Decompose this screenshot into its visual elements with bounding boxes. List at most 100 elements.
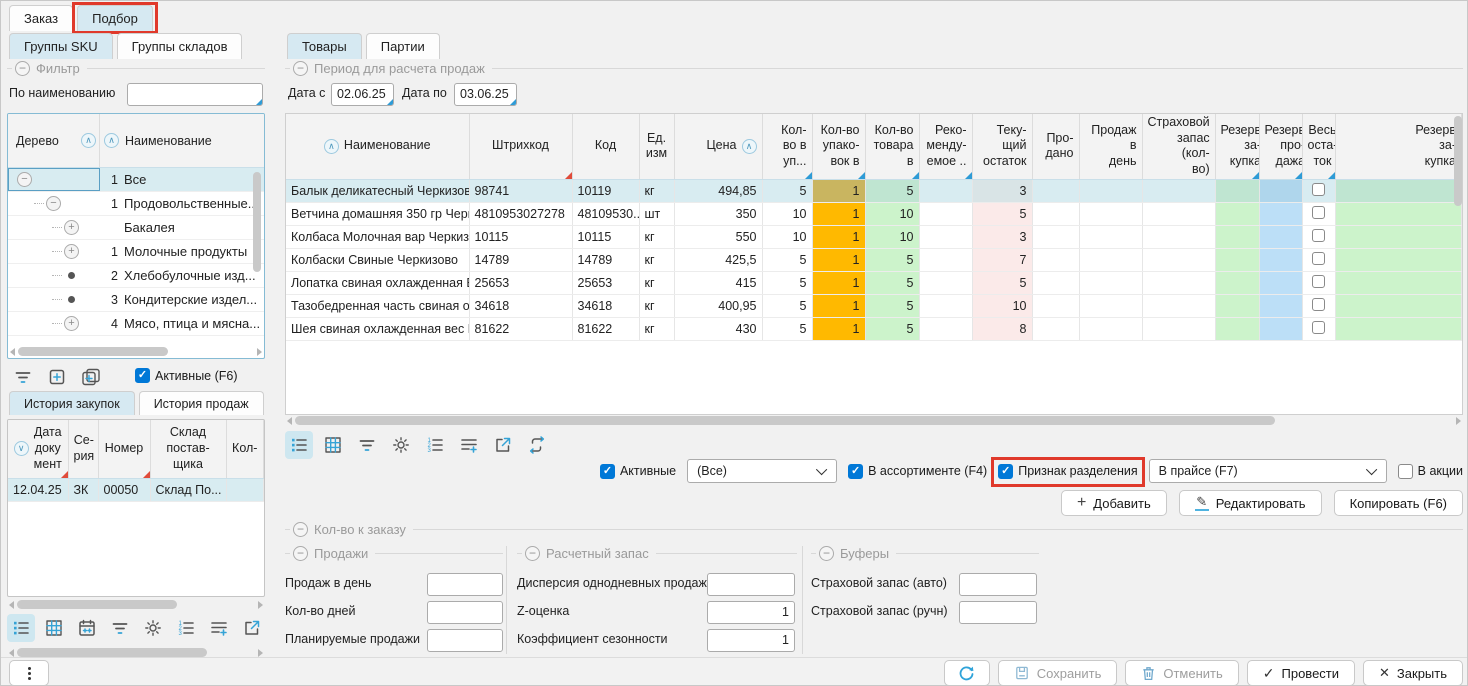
table-cell[interactable]: 14789 (469, 248, 572, 271)
table-cell[interactable] (1032, 271, 1079, 294)
table-cell[interactable]: 25653 (469, 271, 572, 294)
tree-column-dereva[interactable]: Дерево∧ (8, 114, 100, 167)
refresh-button[interactable] (944, 660, 990, 686)
table-cell[interactable]: 10115 (572, 225, 639, 248)
table-row[interactable]: Тазобедренная часть свиная охл...3461834… (286, 294, 1462, 317)
history-list-view-button[interactable] (7, 614, 35, 642)
expand-node-icon[interactable]: + (64, 244, 79, 259)
tree-row[interactable]: −1Продовольственные... (8, 192, 264, 216)
edit-button[interactable]: ✎Редактировать (1179, 490, 1322, 516)
history-calendar-plus-button[interactable] (73, 614, 101, 642)
table-cell[interactable] (1335, 248, 1462, 271)
table-cell[interactable]: 34618 (572, 294, 639, 317)
column-header[interactable]: Код (572, 114, 639, 179)
promo-checkbox[interactable] (1398, 464, 1413, 479)
table-cell[interactable] (1259, 225, 1302, 248)
table-cell[interactable]: 98741 (469, 179, 572, 202)
products-filter-button[interactable] (353, 431, 381, 459)
field-input[interactable]: 1 (707, 601, 795, 624)
tree-vertical-scrollbar[interactable] (252, 172, 262, 336)
table-cell[interactable] (1142, 294, 1215, 317)
table-cell[interactable] (1079, 179, 1142, 202)
table-cell[interactable] (1215, 248, 1259, 271)
table-cell[interactable]: 4810953027278 (469, 202, 572, 225)
history-add-row-button[interactable] (205, 614, 233, 642)
tree-horizontal-scrollbar[interactable] (10, 346, 262, 357)
save-button[interactable]: Сохранить (998, 660, 1118, 686)
table-cell[interactable]: 5 (865, 179, 919, 202)
tab-warehouse-groups[interactable]: Группы складов (117, 33, 243, 59)
row-checkbox[interactable] (1312, 206, 1325, 219)
table-cell[interactable]: 415 (674, 271, 762, 294)
table-cell[interactable] (1259, 202, 1302, 225)
collapse-icon[interactable]: − (293, 546, 308, 561)
column-header[interactable]: ∨Дата доку мент (8, 420, 68, 478)
table-cell[interactable] (1079, 317, 1142, 340)
table-cell[interactable] (1259, 294, 1302, 317)
table-cell[interactable] (1079, 271, 1142, 294)
table-cell[interactable]: 5 (865, 294, 919, 317)
table-cell[interactable] (1142, 225, 1215, 248)
table-cell[interactable] (1259, 317, 1302, 340)
table-cell[interactable]: 5 (865, 248, 919, 271)
table-cell[interactable]: 5 (865, 317, 919, 340)
products-add-row-button[interactable] (455, 431, 483, 459)
tree-glyph-cell[interactable]: − (8, 168, 100, 191)
tree-row[interactable]: 2Хлебобулочные изд... (8, 264, 264, 288)
table-cell[interactable] (1032, 202, 1079, 225)
table-row[interactable]: Лопатка свиная охлажденная Бел...2565325… (286, 271, 1462, 294)
table-cell[interactable] (1335, 202, 1462, 225)
tree-glyph-cell[interactable]: + (8, 240, 100, 263)
table-row[interactable]: Балык деликатесный Черкизово9874110119кг… (286, 179, 1462, 202)
table-cell[interactable] (1032, 179, 1079, 202)
collapse-icon[interactable]: − (525, 546, 540, 561)
history-open-external-button[interactable] (238, 614, 266, 642)
table-cell[interactable]: 5 (865, 271, 919, 294)
table-cell[interactable]: 1 (812, 248, 865, 271)
table-cell[interactable] (1302, 271, 1335, 294)
column-header[interactable]: Весь оста- ток (1302, 114, 1335, 179)
tree-row[interactable]: +1Молочные продукты (8, 240, 264, 264)
tree-glyph-cell[interactable]: + (8, 312, 100, 335)
tree-row[interactable]: 3Кондитерские издел... (8, 288, 264, 312)
table-cell[interactable] (1142, 202, 1215, 225)
products-vertical-scrollbar[interactable] (1453, 114, 1463, 414)
table-cell[interactable] (1302, 202, 1335, 225)
active-filter[interactable]: Активные (600, 464, 676, 479)
active-f6-checkbox[interactable] (135, 368, 150, 383)
tree-row[interactable]: +4Мясо, птица и мясна... (8, 312, 264, 336)
table-cell[interactable] (1259, 179, 1302, 202)
post-button[interactable]: ✓ Провести (1247, 660, 1355, 686)
active-checkbox[interactable] (600, 464, 615, 479)
column-header[interactable]: Кол- (226, 420, 264, 478)
copy-button[interactable]: Копировать (F6) (1334, 490, 1463, 516)
table-cell[interactable]: 25653 (572, 271, 639, 294)
table-cell[interactable]: 1 (812, 179, 865, 202)
table-cell[interactable] (1259, 248, 1302, 271)
table-cell[interactable] (1302, 225, 1335, 248)
table-cell[interactable]: 1 (812, 271, 865, 294)
table-cell[interactable]: 550 (674, 225, 762, 248)
column-header[interactable]: Теку- щий остаток (972, 114, 1032, 179)
all-select[interactable]: (Все) (687, 459, 837, 483)
column-header[interactable]: Кол-во упако- вок в (812, 114, 865, 179)
table-cell[interactable]: 430 (674, 317, 762, 340)
table-cell[interactable] (919, 248, 972, 271)
column-header[interactable]: Про- дано (1032, 114, 1079, 179)
history-grid-button[interactable] (40, 614, 68, 642)
table-cell[interactable] (1079, 202, 1142, 225)
table-cell[interactable]: 1 (812, 294, 865, 317)
assortment-checkbox[interactable] (848, 464, 863, 479)
tree-glyph-cell[interactable] (8, 264, 100, 287)
table-cell[interactable]: 3 (972, 225, 1032, 248)
table-cell[interactable] (1302, 317, 1335, 340)
products-repeat-button[interactable] (523, 431, 551, 459)
table-cell[interactable] (1215, 294, 1259, 317)
table-cell[interactable]: Колбаски Свиные Черкизово (286, 248, 469, 271)
products-horizontal-scrollbar[interactable] (287, 415, 1461, 426)
tree-row[interactable]: −1Все (8, 168, 264, 192)
name-filter-input[interactable] (127, 83, 263, 106)
tree-add-multiple-button[interactable] (77, 363, 105, 391)
field-input[interactable]: 1 (707, 629, 795, 652)
row-checkbox[interactable] (1312, 275, 1325, 288)
